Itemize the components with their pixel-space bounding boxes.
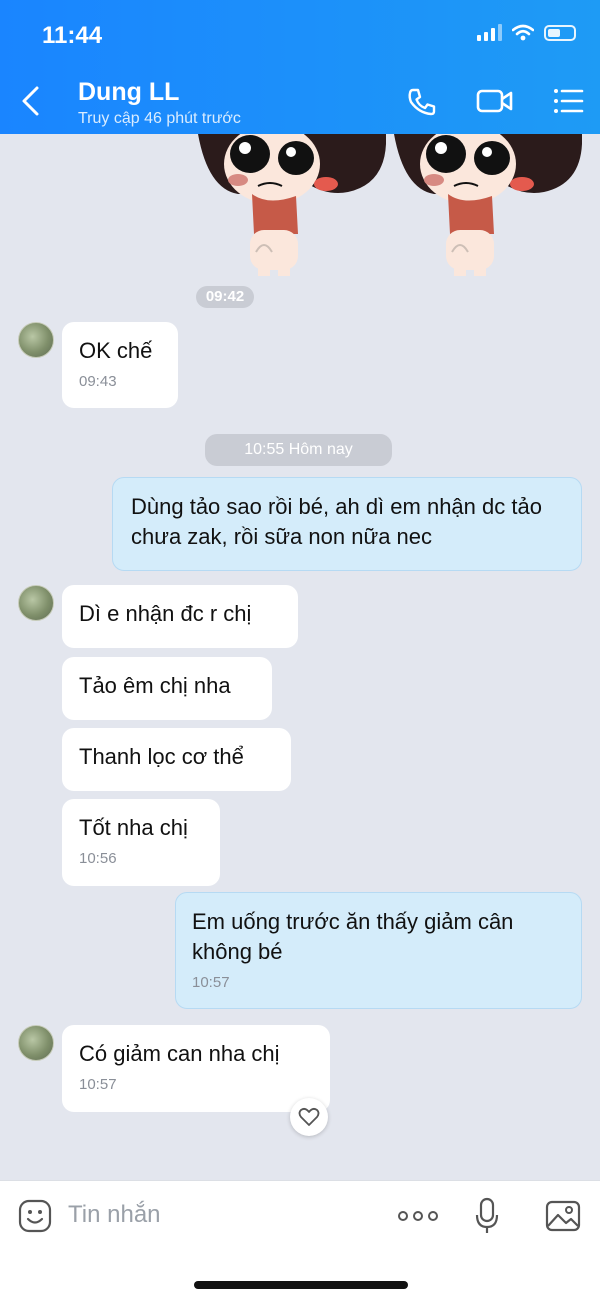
incoming-message[interactable]: Tốt nha chị 10:56 (62, 799, 220, 886)
status-time: 11:44 (42, 22, 103, 49)
message-text: Dì e nhận đc r chị (79, 601, 252, 626)
message-text: Thanh lọc cơ thể (79, 744, 244, 769)
microphone-icon[interactable] (474, 1197, 500, 1235)
date-separator: 10:55 Hôm nay (205, 434, 392, 466)
more-options-icon[interactable] (398, 1209, 438, 1223)
crying-girl-sticker[interactable] (198, 134, 388, 284)
wifi-icon (512, 24, 534, 41)
back-icon[interactable] (18, 84, 44, 118)
status-icons (477, 24, 576, 41)
battery-icon (544, 24, 576, 41)
message-time: 10:57 (192, 974, 230, 991)
last-seen-status: Truy cập 46 phút trước (78, 110, 241, 127)
message-text: Dùng tảo sao rồi bé, ah dì em nhận dc tả… (131, 494, 542, 549)
message-text: Tảo êm chị nha (79, 673, 231, 698)
heart-icon (298, 1107, 320, 1126)
message-time: 10:57 (79, 1076, 117, 1093)
outgoing-message[interactable]: Dùng tảo sao rồi bé, ah dì em nhận dc tả… (112, 477, 582, 571)
message-composer: Tin nhắn (0, 1180, 600, 1300)
incoming-message[interactable]: Tảo êm chị nha (62, 657, 272, 720)
sticker-emoji-icon[interactable] (18, 1199, 52, 1233)
react-heart-button[interactable] (290, 1098, 328, 1136)
message-list[interactable]: 09:42 OK chế 09:43 10:55 Hôm nay Dùng tả… (0, 134, 600, 1180)
incoming-message[interactable]: Dì e nhận đc r chị (62, 585, 298, 648)
menu-list-icon[interactable] (552, 86, 584, 116)
crying-girl-sticker[interactable] (394, 134, 584, 284)
home-indicator[interactable] (194, 1281, 408, 1289)
video-call-icon[interactable] (476, 86, 514, 116)
outgoing-message[interactable]: Em uống trước ăn thấy giảm cân không bé … (175, 892, 582, 1009)
signal-icon (477, 24, 502, 41)
message-text: Tốt nha chị (79, 815, 188, 840)
sticker-time-label: 09:42 (196, 286, 254, 308)
incoming-message[interactable]: OK chế 09:43 (62, 322, 178, 408)
phone-icon[interactable] (406, 86, 438, 118)
avatar[interactable] (18, 322, 54, 358)
message-text: OK chế (79, 338, 153, 363)
message-input[interactable]: Tin nhắn (68, 1201, 161, 1229)
incoming-message[interactable]: Thanh lọc cơ thể (62, 728, 291, 791)
chat-header: 11:44 Dung LL Truy cập 46 phút trước (0, 0, 600, 134)
message-text: Có giảm can nha chị (79, 1041, 280, 1066)
message-time: 09:43 (79, 373, 117, 390)
message-time: 10:56 (79, 850, 117, 867)
incoming-message[interactable]: Có giảm can nha chị 10:57 (62, 1025, 330, 1112)
image-gallery-icon[interactable] (545, 1199, 581, 1233)
avatar[interactable] (18, 1025, 54, 1061)
contact-name[interactable]: Dung LL (78, 78, 179, 107)
avatar[interactable] (18, 585, 54, 621)
message-text: Em uống trước ăn thấy giảm cân không bé (192, 909, 514, 964)
